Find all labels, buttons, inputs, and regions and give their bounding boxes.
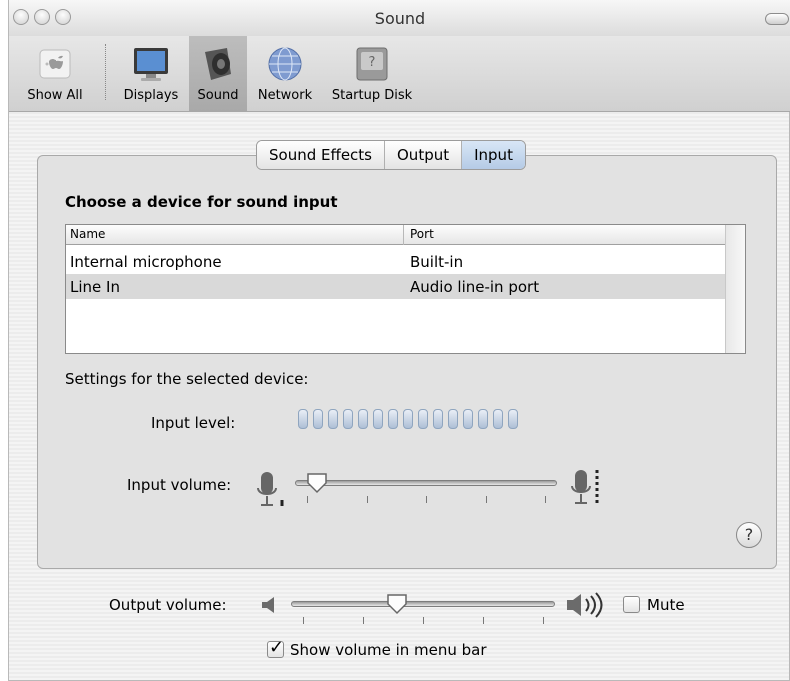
device-port: Audio line-in port xyxy=(410,278,540,296)
level-segment xyxy=(373,409,383,429)
toolbar-label: Startup Disk xyxy=(331,88,413,103)
column-header-name[interactable]: Name xyxy=(70,227,105,241)
table-scrollbar[interactable] xyxy=(725,225,745,353)
toolbar-item-show-all[interactable]: Show All xyxy=(9,36,101,111)
slider-tick xyxy=(485,496,487,503)
slider-tick xyxy=(543,617,544,624)
disk-icon: ? xyxy=(356,47,388,81)
toolbar-item-sound[interactable]: Sound xyxy=(189,36,247,111)
slider-tick xyxy=(423,617,424,624)
sound-preferences-window: Sound Show All Displays Sound Network ? … xyxy=(8,0,790,681)
help-button[interactable]: ? xyxy=(736,522,762,548)
slider-tick xyxy=(307,496,308,503)
tab-output[interactable]: Output xyxy=(385,141,463,169)
settings-label: Settings for the selected device: xyxy=(65,370,309,388)
level-segment xyxy=(463,409,473,429)
mute-label: Mute xyxy=(647,596,685,614)
output-volume-thumb[interactable] xyxy=(385,592,409,616)
device-heading: Choose a device for sound input xyxy=(65,193,338,211)
checkmark-icon: ✓ xyxy=(269,637,285,658)
level-segment xyxy=(388,409,398,429)
speaker-high-icon xyxy=(567,592,603,618)
input-volume-thumb[interactable] xyxy=(305,471,329,495)
toolbar-item-displays[interactable]: Displays xyxy=(115,36,187,111)
level-segment xyxy=(433,409,443,429)
microphone-low-icon xyxy=(257,472,284,506)
mute-checkbox[interactable]: ✓ xyxy=(623,596,640,613)
toolbar-item-network[interactable]: Network xyxy=(249,36,321,111)
toolbar-label: Displays xyxy=(123,88,179,103)
toolbar-label: Network xyxy=(257,88,313,103)
level-segment xyxy=(343,409,353,429)
microphone-high-icon xyxy=(571,470,599,506)
input-level-meter xyxy=(298,409,518,429)
level-segment xyxy=(508,409,518,429)
tab-sound-effects[interactable]: Sound Effects xyxy=(257,141,385,169)
input-volume-track[interactable] xyxy=(295,480,557,486)
show-volume-checkbox[interactable]: ✓ xyxy=(267,637,284,658)
output-volume-label: Output volume: xyxy=(109,596,227,614)
slider-tick xyxy=(483,617,484,624)
slider-tick xyxy=(545,496,546,503)
device-name: Line In xyxy=(70,278,120,296)
apple-grid-icon xyxy=(39,49,71,79)
level-segment xyxy=(328,409,338,429)
device-name: Internal microphone xyxy=(70,253,222,271)
svg-text:?: ? xyxy=(369,55,376,70)
level-segment xyxy=(418,409,428,429)
level-segment xyxy=(478,409,488,429)
level-segment xyxy=(448,409,458,429)
level-segment xyxy=(313,409,323,429)
tab-panel xyxy=(37,155,777,569)
device-port: Built-in xyxy=(410,253,464,271)
table-header: Name Port xyxy=(66,225,726,245)
toolbar: Show All Displays Sound Network ? Startu… xyxy=(9,36,790,112)
level-segment xyxy=(298,409,308,429)
globe-icon xyxy=(268,47,302,81)
output-volume-track[interactable] xyxy=(291,601,555,607)
level-segment xyxy=(358,409,368,429)
toolbar-label: Sound xyxy=(197,88,239,103)
column-header-port[interactable]: Port xyxy=(410,227,434,241)
level-segment xyxy=(493,409,503,429)
display-icon xyxy=(134,48,168,81)
input-level-label: Input level: xyxy=(151,414,236,432)
tab-bar: Sound Effects Output Input xyxy=(256,140,526,170)
toolbar-item-startup-disk[interactable]: ? Startup Disk xyxy=(323,36,421,111)
title-bar[interactable]: Sound xyxy=(9,0,790,36)
slider-tick xyxy=(366,496,368,503)
slider-tick xyxy=(363,617,364,624)
show-volume-label: Show volume in menu bar xyxy=(290,641,487,659)
toolbar-label: Show All xyxy=(27,88,83,103)
window-title: Sound xyxy=(374,9,426,28)
input-device-table: Name Port Internal microphone Built-in L… xyxy=(65,224,746,354)
toolbar-divider xyxy=(105,44,106,100)
table-row-selected[interactable]: Line In Audio line-in port xyxy=(66,274,726,299)
level-segment xyxy=(403,409,413,429)
tab-input[interactable]: Input xyxy=(462,141,525,169)
column-divider xyxy=(403,225,404,245)
speaker-icon xyxy=(205,48,231,80)
speaker-low-icon xyxy=(262,597,274,613)
toolbar-toggle-button[interactable] xyxy=(765,13,789,25)
slider-tick xyxy=(303,617,304,624)
input-volume-label: Input volume: xyxy=(127,476,232,494)
table-row[interactable]: Internal microphone Built-in xyxy=(66,249,726,274)
slider-tick xyxy=(426,496,427,503)
